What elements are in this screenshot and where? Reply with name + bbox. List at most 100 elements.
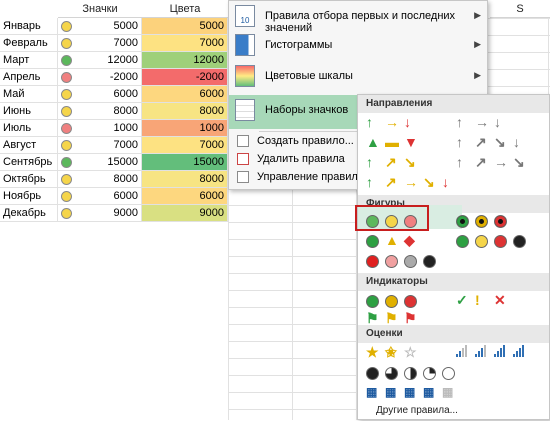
- color-value-cell[interactable]: 12000: [142, 52, 228, 69]
- color-value-cell[interactable]: 6000: [142, 188, 228, 205]
- menu-item-label: Гистограммы: [265, 39, 333, 51]
- arrow-down-icon: ↓: [442, 174, 449, 190]
- icon-value-cell[interactable]: 12000: [58, 52, 142, 69]
- month-cell[interactable]: Февраль: [0, 35, 58, 52]
- color-value-cell[interactable]: 8000: [142, 103, 228, 120]
- month-cell[interactable]: Сентябрь: [0, 154, 58, 171]
- icon-value-cell[interactable]: 9000: [58, 205, 142, 222]
- icon-sets-submenu: Направления ↑ → ↓ ↑ → ↓ ▲ ▬ ▼ ↑ ↗ ↘ ↓ ↑ …: [357, 94, 550, 420]
- month-cell[interactable]: Октябрь: [0, 171, 58, 188]
- month-cell[interactable]: Ноябрь: [0, 188, 58, 205]
- black-circle-icon: [513, 235, 526, 248]
- arrow-up-icon: ↑: [456, 154, 463, 170]
- table-row: Август 7000 7000: [0, 137, 230, 154]
- new-rule-icon: [237, 135, 249, 147]
- quarter-empty-icon: [442, 367, 455, 380]
- cell-value: 12000: [107, 54, 138, 66]
- menu-item-label: Наборы значков: [265, 104, 349, 116]
- month-cell[interactable]: Июль: [0, 120, 58, 137]
- arrow-up-right-icon: ↗: [475, 134, 487, 150]
- yellow-triangle-icon: ▲: [385, 232, 399, 248]
- traffic-light-red-icon: [494, 215, 507, 228]
- color-value-cell[interactable]: 1000: [142, 120, 228, 137]
- quarter-full-icon: [366, 367, 379, 380]
- color-value-cell[interactable]: 6000: [142, 86, 228, 103]
- boxes-icon: ▦: [366, 385, 378, 399]
- month-cell[interactable]: Май: [0, 86, 58, 103]
- cell-value: -2000: [195, 71, 224, 83]
- pink-circle-icon: [385, 255, 398, 268]
- x-icon: ✕: [494, 292, 506, 308]
- month-cell[interactable]: Апрель: [0, 69, 58, 86]
- more-rules-link[interactable]: Другие правила...: [358, 401, 549, 421]
- arrow-up-icon: ↑: [366, 174, 373, 190]
- menu-item-label: Удалить правила: [257, 153, 345, 165]
- color-value-cell[interactable]: 9000: [142, 205, 228, 222]
- check-icon: ✓: [456, 292, 468, 308]
- icon-value-cell[interactable]: 7000: [58, 35, 142, 52]
- month-cell[interactable]: Август: [0, 137, 58, 154]
- status-circle-icon: [61, 89, 72, 100]
- menu-item-data-bars[interactable]: Гистограммы ▶: [229, 30, 487, 62]
- column-header-s[interactable]: S: [490, 0, 550, 18]
- cell-value: 5000: [113, 20, 138, 32]
- status-circle-icon: [61, 21, 72, 32]
- month-cell[interactable]: Январь: [0, 18, 58, 35]
- cell-value: 5000: [199, 20, 224, 32]
- menu-item-label: Цветовые шкалы: [265, 70, 353, 82]
- icon-value-cell[interactable]: 7000: [58, 137, 142, 154]
- icon-value-cell[interactable]: -2000: [58, 69, 142, 86]
- yellow-flag-icon: ⚑: [385, 310, 398, 326]
- icon-value-cell[interactable]: 8000: [58, 103, 142, 120]
- icon-value-cell[interactable]: 8000: [58, 171, 142, 188]
- color-value-cell[interactable]: 7000: [142, 35, 228, 52]
- section-indicators: Индикаторы: [358, 273, 549, 291]
- menu-item-top-bottom-rules[interactable]: 10 Правила отбора первых и последних зна…: [229, 1, 487, 34]
- cell-value: 6000: [199, 88, 224, 100]
- arrow-up-icon: ↑: [456, 134, 463, 150]
- arrow-up-icon: ↑: [366, 114, 373, 130]
- x-circle-icon: [404, 295, 417, 308]
- color-value-cell[interactable]: 7000: [142, 137, 228, 154]
- status-circle-icon: [61, 157, 72, 168]
- icon-value-cell[interactable]: 1000: [58, 120, 142, 137]
- table-row: Апрель -2000 -2000: [0, 69, 230, 86]
- red-diamond-icon: ◆: [404, 232, 415, 248]
- arrow-up-icon: ↑: [456, 114, 463, 130]
- icon-value-cell[interactable]: 6000: [58, 86, 142, 103]
- arrow-down-right-icon: ↘: [404, 154, 416, 170]
- boxes-icon: ▦: [385, 385, 397, 399]
- color-value-cell[interactable]: 15000: [142, 154, 228, 171]
- arrow-down-right-icon: ↘: [494, 134, 506, 150]
- manage-rules-icon: [237, 171, 249, 183]
- cell-value: 9000: [113, 207, 138, 219]
- cell-value: 1000: [199, 122, 224, 134]
- month-cell[interactable]: Июнь: [0, 103, 58, 120]
- exclamation-icon: !: [475, 292, 480, 308]
- cell-value: 7000: [113, 139, 138, 151]
- triangle-up-icon: ▲: [366, 134, 380, 150]
- status-circle-icon: [61, 38, 72, 49]
- month-cell[interactable]: Декабрь: [0, 205, 58, 222]
- menu-item-color-scales[interactable]: Цветовые шкалы ▶: [229, 61, 487, 93]
- month-cell[interactable]: Март: [0, 52, 58, 69]
- arrow-up-right-icon: ↗: [385, 174, 397, 190]
- icon-value-cell[interactable]: 15000: [58, 154, 142, 171]
- menu-item-label: Создать правило...: [257, 135, 354, 147]
- arrow-right-icon: →: [475, 114, 489, 130]
- table-row: Январь 5000 5000: [0, 18, 230, 35]
- arrow-down-right-icon: ↘: [513, 154, 525, 170]
- boxes-icon: ▦: [442, 385, 454, 399]
- icon-value-cell[interactable]: 6000: [58, 188, 142, 205]
- arrow-down-icon: ↓: [494, 114, 501, 130]
- table-row: Июнь 8000 8000: [0, 103, 230, 120]
- column-header-b[interactable]: Значки: [58, 0, 142, 18]
- boxes-icon: ▦: [423, 385, 435, 399]
- color-value-cell[interactable]: 8000: [142, 171, 228, 188]
- color-value-cell[interactable]: -2000: [142, 69, 228, 86]
- arrow-up-right-icon: ↗: [475, 154, 487, 170]
- column-header-c[interactable]: Цвета: [142, 0, 228, 18]
- table-row: Июль 1000 1000: [0, 120, 230, 137]
- color-value-cell[interactable]: 5000: [142, 18, 228, 35]
- icon-value-cell[interactable]: 5000: [58, 18, 142, 35]
